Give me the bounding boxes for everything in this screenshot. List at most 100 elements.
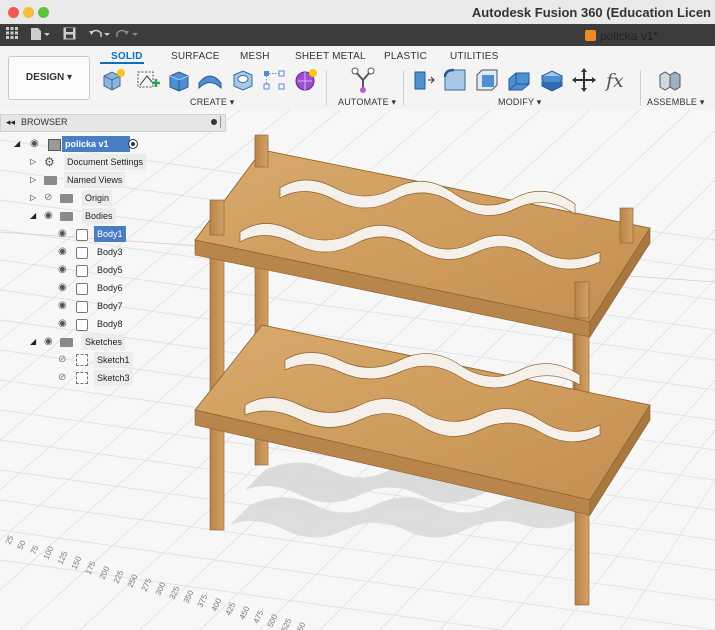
tab-solid[interactable]: SOLID [111,51,143,62]
ruler-label: 375 [196,592,210,608]
chamfer-icon[interactable] [474,67,500,93]
ribbon-separator [403,70,404,106]
visibility-eye-icon[interactable]: ◉ [58,226,67,242]
automate-group-label[interactable]: AUTOMATE ▾ [338,97,396,108]
press-pull-icon[interactable] [410,67,436,93]
visibility-eye-icon[interactable]: ◉ [58,280,67,296]
ruler-label: 275 [140,576,154,592]
apps-grid-icon[interactable] [6,27,18,43]
undo-icon[interactable] [88,27,110,43]
back-right-post[interactable] [619,207,634,244]
ruler-label: 450 [238,604,252,620]
body-icon [76,283,88,295]
ruler-label: 475 [252,608,266,624]
visibility-eye-icon[interactable]: ◉ [58,262,67,278]
ruler-label: 350 [182,588,196,604]
parameters-fx-icon[interactable]: fx [604,67,630,93]
hidden-eye-icon[interactable]: ⊘ [58,370,66,386]
fillet-icon[interactable] [442,67,468,93]
origin-label: Origin [82,190,113,206]
document-cube-icon [585,30,596,41]
hidden-eye-icon[interactable]: ⊘ [44,190,52,206]
body-icon [76,265,88,277]
joint-icon[interactable] [657,67,683,93]
ruler-label: 325 [168,584,182,600]
bodies-label: Bodies [82,208,116,224]
ribbon-separator [326,70,327,106]
close-window-button[interactable] [8,7,19,18]
ruler-label: 150 [70,554,84,570]
component-icon [48,139,61,151]
activate-radio-icon[interactable] [128,139,138,149]
ruler-label: 125 [56,549,70,565]
ruler-label: 525 [280,616,294,630]
sketch-icon [76,372,88,384]
visibility-eye-icon[interactable]: ◉ [58,244,67,260]
tab-mesh[interactable]: MESH [240,51,270,62]
new-component-icon[interactable] [101,67,127,93]
window-title: Autodesk Fusion 360 (Education Licen [471,5,711,20]
folder-icon [60,194,73,203]
modify-group-label[interactable]: MODIFY ▾ [498,97,541,108]
browser-minimize-icon[interactable] [211,119,217,125]
front-left-post[interactable] [209,199,225,236]
extrude-icon[interactable] [166,67,192,93]
tab-surface[interactable]: SURFACE [171,51,220,62]
document-tab[interactable]: policka v1* [585,29,658,43]
expand-arrow-icon[interactable]: ◢ [14,136,20,152]
shell-icon[interactable] [506,67,532,93]
document-settings-label: Document Settings [64,154,147,170]
expand-arrow-icon[interactable]: ▷ [30,190,36,206]
pattern-icon[interactable] [262,67,288,93]
ribbon-separator [640,70,641,106]
revolve-icon[interactable] [197,67,223,93]
ruler-label: 550 [294,620,308,630]
assemble-group-label[interactable]: ASSEMBLE ▾ [647,97,705,108]
visibility-eye-icon[interactable]: ◉ [58,298,67,314]
workspace-switcher-button[interactable]: DESIGN ▾ [8,56,90,100]
tab-utilities[interactable]: UTILITIES [450,51,498,62]
ruler-label: 75 [29,543,41,555]
expand-arrow-icon[interactable]: ▷ [30,172,36,188]
create-form-icon[interactable] [293,67,319,93]
collapse-arrow-icon[interactable]: ◢ [30,334,36,350]
named-views-label: Named Views [64,172,126,188]
visibility-eye-icon[interactable]: ◉ [58,316,67,332]
combine-icon[interactable] [539,67,565,93]
create-group-label[interactable]: CREATE ▾ [190,97,234,108]
document-tab-label: policka v1* [600,29,659,43]
create-sketch-icon[interactable] [135,67,161,93]
front-right-post[interactable] [574,281,590,319]
tab-sheet-metal[interactable]: SHEET METAL [295,51,366,62]
folder-icon [44,176,57,185]
minimize-window-button[interactable] [23,7,34,18]
visibility-eye-icon[interactable]: ◉ [44,334,53,350]
collapse-arrow-icon[interactable]: ◢ [30,208,36,224]
body-label: Body5 [97,265,123,275]
ruler-label: 500 [266,612,280,628]
expand-arrow-icon[interactable]: ▷ [30,154,36,170]
automate-icon[interactable] [350,67,376,93]
save-icon[interactable] [63,27,76,43]
gear-icon: ⚙ [44,155,55,169]
hole-icon[interactable] [230,67,256,93]
sketches-label: Sketches [82,334,126,350]
redo-icon[interactable] [116,27,138,43]
hidden-eye-icon[interactable]: ⊘ [58,352,66,368]
ruler-label: 100 [42,544,56,560]
collapse-browser-icon[interactable]: ◂◂ [6,117,15,128]
tab-plastic[interactable]: PLASTIC [384,51,427,62]
back-left-post[interactable] [254,134,269,168]
ruler-label: 250 [126,572,140,588]
browser-root-row[interactable]: ◢ ◉ policka v1 [14,136,144,152]
body-icon [76,229,88,241]
move-copy-icon[interactable] [571,67,597,93]
visibility-eye-icon[interactable]: ◉ [44,208,53,224]
sketch-icon [76,354,88,366]
ruler-label: 225 [112,568,126,584]
browser-panel-header[interactable]: ◂◂ BROWSER [0,114,226,132]
file-menu-icon[interactable] [30,27,50,43]
browser-pin-icon[interactable] [220,116,221,128]
visibility-eye-icon[interactable]: ◉ [30,136,39,152]
zoom-window-button[interactable] [38,7,49,18]
